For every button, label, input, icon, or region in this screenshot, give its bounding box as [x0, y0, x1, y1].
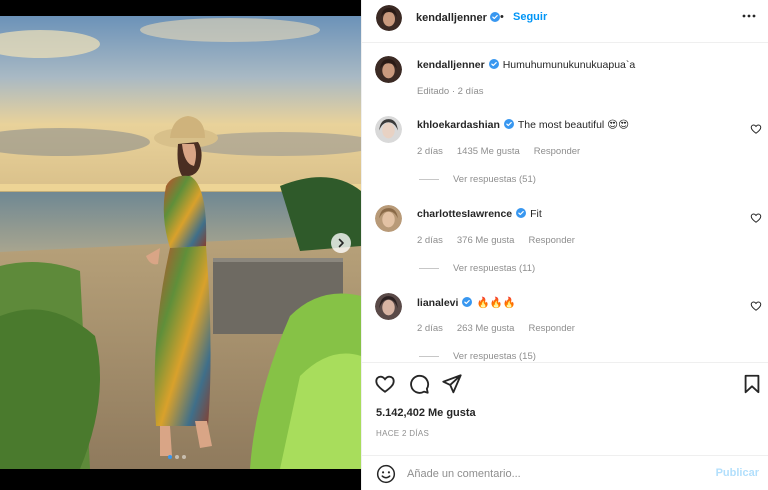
author-avatar[interactable]: [375, 56, 402, 83]
media-letterbox-bottom: [0, 469, 361, 490]
comment-body: 🔥🔥🔥: [476, 297, 516, 309]
comment-time: 2 días: [417, 146, 443, 157]
comment-like-icon[interactable]: [750, 123, 762, 135]
bookmark-icon[interactable]: [741, 373, 763, 395]
view-replies-button[interactable]: Ver respuestas (11): [419, 263, 535, 274]
commenter-avatar[interactable]: [375, 205, 402, 232]
comment-time: 2 días: [417, 323, 443, 334]
follow-button[interactable]: Seguir: [513, 11, 547, 23]
comment-username[interactable]: khloekardashian: [417, 119, 500, 131]
comment-icon[interactable]: [408, 373, 430, 395]
view-replies-button[interactable]: Ver respuestas (51): [419, 174, 536, 185]
comment-meta: 2 días 1435 Me gusta Responder: [417, 146, 594, 157]
view-replies-button[interactable]: Ver respuestas (15): [419, 351, 536, 362]
commenter-avatar[interactable]: [375, 116, 402, 143]
verified-badge-icon: [489, 12, 500, 22]
author-avatar[interactable]: [376, 5, 402, 31]
comment-body: The most beautiful 😍😍: [517, 119, 630, 131]
replies-divider: [419, 268, 439, 269]
comment-likes[interactable]: 263 Me gusta: [457, 323, 515, 334]
reply-button[interactable]: Responder: [528, 235, 574, 246]
comment-item: charlottesIawrence Fit 2 días 376 Me gusta…: [362, 205, 768, 285]
media-letterbox-top: [0, 0, 361, 16]
carousel-dot: [168, 455, 172, 459]
reply-button[interactable]: Responder: [528, 323, 574, 334]
comment-meta: 2 días 263 Me gusta Responder: [417, 323, 589, 334]
caption-meta: Editado · 2 días: [417, 86, 484, 97]
publish-button[interactable]: Publicar: [716, 467, 759, 479]
verified-badge-icon: [503, 119, 514, 129]
comment-text: charlottesIawrence Fit: [417, 208, 542, 220]
likes-count[interactable]: 5.142,402 Me gusta: [376, 407, 476, 419]
comment-item: lianalevi 🔥🔥🔥 2 días 263 Me gusta Responder…: [362, 293, 768, 362]
carousel-next-button[interactable]: [331, 233, 351, 253]
post-media: [0, 0, 361, 490]
comment-text: khloekardashian The most beautiful 😍😍: [417, 119, 629, 131]
more-icon: [742, 14, 756, 18]
caption-body: Humuhumunukunukuapua`a: [502, 59, 636, 71]
post-side-panel: kendalljenner • Seguir kendalljenner Humu…: [361, 0, 768, 490]
comment-time: 2 días: [417, 235, 443, 246]
verified-badge-icon: [462, 297, 473, 307]
caption-item: kendalljenner Humuhumunukunukuapua`a Edit…: [362, 56, 768, 106]
verified-badge-icon: [516, 208, 527, 218]
comment-likes[interactable]: 1435 Me gusta: [457, 146, 520, 157]
comment-composer: Publicar: [362, 455, 768, 490]
view-replies-label[interactable]: Ver respuestas (15): [453, 351, 536, 362]
header-separator: •: [500, 11, 504, 23]
replies-divider: [419, 179, 439, 180]
carousel-indicator: [168, 455, 186, 459]
comment-meta: 2 días 376 Me gusta Responder: [417, 235, 589, 246]
send-icon[interactable]: [441, 373, 463, 395]
author-username[interactable]: kendalljenner: [416, 12, 500, 24]
comment-like-icon[interactable]: [750, 300, 762, 312]
carousel-dot: [182, 455, 186, 459]
comment-item: khloekardashian The most beautiful 😍😍 2 d…: [362, 116, 768, 196]
author-username-text[interactable]: kendalljenner: [416, 12, 487, 24]
post-modal: kendalljenner • Seguir kendalljenner Humu…: [0, 0, 768, 490]
post-photo[interactable]: [0, 16, 361, 469]
emoji-icon[interactable]: [376, 464, 396, 484]
comment-likes[interactable]: 376 Me gusta: [457, 235, 515, 246]
heart-icon[interactable]: [374, 373, 396, 395]
comment-username[interactable]: lianalevi: [417, 297, 458, 309]
comment-like-icon[interactable]: [750, 212, 762, 224]
post-actions: 5.142,402 Me gusta HACE 2 DÍAS: [362, 362, 768, 450]
reply-button[interactable]: Responder: [534, 146, 580, 157]
comment-body: Fit: [530, 208, 542, 220]
comment-username[interactable]: charlottesIawrence: [417, 208, 512, 220]
caption-username[interactable]: kendalljenner: [417, 59, 485, 71]
comments-list[interactable]: kendalljenner Humuhumunukunukuapua`a Edit…: [362, 44, 768, 362]
view-replies-label[interactable]: Ver respuestas (51): [453, 174, 536, 185]
replies-divider: [419, 356, 439, 357]
comment-text: lianalevi 🔥🔥🔥: [417, 296, 516, 309]
commenter-avatar[interactable]: [375, 293, 402, 320]
view-replies-label[interactable]: Ver respuestas (11): [453, 263, 535, 274]
post-header: kendalljenner • Seguir: [362, 0, 768, 43]
post-date[interactable]: HACE 2 DÍAS: [376, 429, 429, 438]
comment-input[interactable]: [407, 464, 697, 484]
caption-text: kendalljenner Humuhumunukunukuapua`a: [417, 59, 635, 71]
more-options-button[interactable]: [741, 8, 757, 24]
chevron-right-icon: [338, 238, 344, 248]
carousel-dot: [175, 455, 179, 459]
verified-badge-icon: [488, 59, 499, 69]
